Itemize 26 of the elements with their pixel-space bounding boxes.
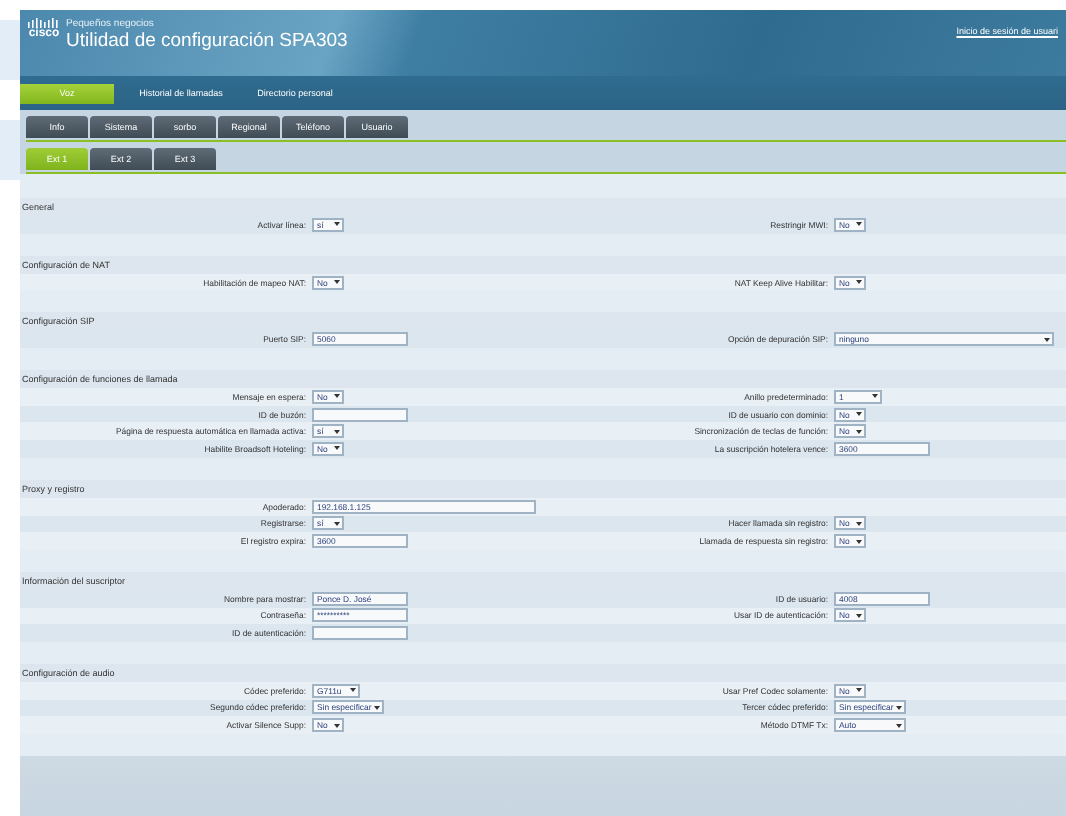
caret-icon — [333, 521, 339, 526]
caret-icon — [333, 723, 339, 728]
caret-icon — [855, 222, 861, 227]
input-field[interactable] — [312, 407, 408, 422]
caret-icon — [349, 688, 355, 693]
caret-icon — [855, 280, 861, 285]
caret-icon — [871, 394, 877, 399]
app-title: Utilidad de configuración SPA303 — [66, 30, 350, 52]
caret-icon — [855, 412, 861, 417]
caret-icon — [855, 521, 861, 526]
logo-icon — [28, 18, 60, 28]
caret-icon — [895, 723, 901, 728]
caret-icon — [333, 429, 339, 434]
side-panel — [0, 20, 20, 80]
caret-icon — [855, 613, 861, 618]
input-field[interactable] — [312, 626, 408, 641]
caret-icon — [895, 705, 901, 710]
caret-icon — [333, 222, 339, 227]
caret-icon — [855, 429, 861, 434]
caret-icon — [855, 688, 861, 693]
caret-icon — [333, 394, 339, 399]
caret-icon — [1043, 337, 1049, 342]
caret-icon — [333, 446, 339, 451]
caret-icon — [855, 539, 861, 544]
caret-icon — [373, 705, 379, 710]
caret-icon — [333, 280, 339, 285]
